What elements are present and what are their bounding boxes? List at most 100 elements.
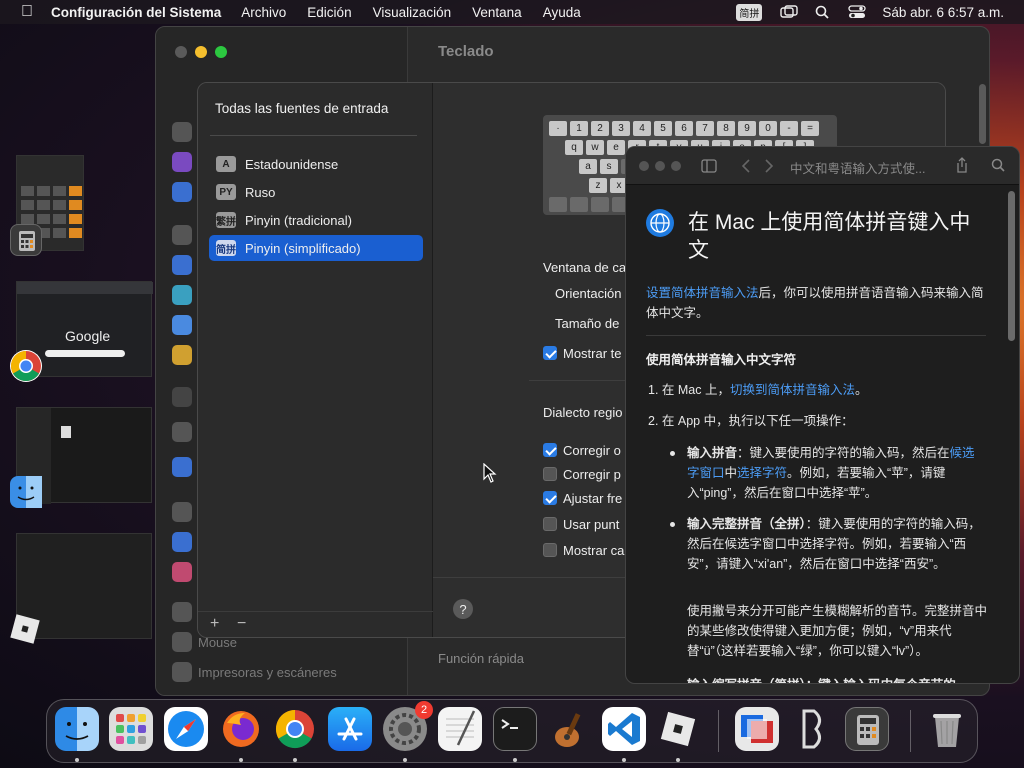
option-label-3: Ajustar fre — [563, 491, 623, 506]
dock: 2 — [46, 699, 978, 763]
dock-terminal-icon[interactable] — [493, 707, 537, 751]
sidebar-icon-5[interactable] — [172, 255, 192, 275]
chrome-app-icon[interactable] — [10, 350, 42, 382]
dock-system-settings-icon[interactable]: 2 — [383, 701, 433, 751]
menu-edicion[interactable]: Edición — [307, 5, 351, 20]
zoom-button[interactable] — [215, 46, 227, 58]
bullet-2: 输入完整拼音（全拼）：键入要使用的字符的输入码，然后在候选字窗口中选择字符。例如… — [687, 514, 983, 574]
article-intro: 设置简体拼音输入法后，你可以使用拼音语音输入码来输入简体中文字。 — [646, 283, 991, 323]
keyboard-key: 2 — [591, 121, 609, 136]
dock-launchpad-icon[interactable] — [109, 707, 153, 751]
option-checkbox-2[interactable] — [543, 467, 557, 481]
sidebar-icon-11[interactable] — [172, 457, 192, 477]
input-sources-list-panel: Todas las fuentes de entrada A Estadouni… — [198, 83, 433, 637]
keyboard-key: a — [579, 159, 597, 174]
option-checkbox-3[interactable] — [543, 491, 557, 505]
dock-finder-icon[interactable] — [55, 707, 99, 751]
dock-vscode-icon[interactable] — [602, 707, 646, 751]
setup-pinyin-link[interactable]: 设置简体拼音输入法 — [646, 286, 759, 300]
choose-character-link[interactable]: 选择字符 — [737, 466, 787, 480]
sidebar-icon-6[interactable] — [172, 285, 192, 305]
sidebar-icon-9[interactable] — [172, 387, 192, 407]
sidebar-icon-7[interactable] — [172, 315, 192, 335]
keyboard-key: 4 — [633, 121, 651, 136]
keyboard-key: 3 — [612, 121, 630, 136]
option-label-1: Corregir o — [563, 443, 621, 458]
running-indicator — [622, 758, 626, 762]
step-1: 1. 在 Mac 上，切换到简体拼音输入法。 — [648, 380, 988, 400]
sidebar-icon-15[interactable] — [172, 602, 192, 622]
zoom-button[interactable] — [671, 161, 681, 171]
dock-trash-icon[interactable] — [925, 707, 969, 751]
source-estadounidense[interactable]: A Estadounidense — [209, 151, 423, 177]
menu-visualizacion[interactable]: Visualización — [373, 5, 452, 20]
input-method-menu[interactable]: 简拼 — [736, 3, 763, 21]
menu-bar:  Configuración del Sistema Archivo Edic… — [0, 0, 1024, 24]
window-switcher-icon[interactable] — [780, 5, 799, 19]
minimize-button[interactable] — [655, 161, 665, 171]
dock-chrome-icon[interactable] — [273, 707, 317, 751]
roblox-app-icon[interactable] — [8, 612, 42, 646]
source-label: Estadounidense — [245, 156, 339, 172]
sidebar-item-printers[interactable]: Impresoras y escáneres — [198, 665, 337, 680]
dock-firefox-icon[interactable] — [219, 707, 263, 751]
sidebar-icon-2[interactable] — [172, 152, 192, 172]
option-checkbox-5[interactable] — [543, 543, 557, 557]
option-checkbox-1[interactable] — [543, 443, 557, 457]
help-button[interactable]: ? — [453, 599, 473, 619]
dock-calculator-icon[interactable] — [845, 707, 889, 751]
forward-arrow-icon[interactable] — [764, 159, 774, 173]
add-source-button[interactable]: + — [210, 615, 219, 633]
dock-recent-app-icon[interactable] — [735, 707, 779, 751]
running-indicator — [403, 758, 407, 762]
dock-app-store-icon[interactable] — [328, 707, 372, 751]
source-pinyin-tradicional[interactable]: 繁拼 Pinyin (tradicional) — [209, 207, 423, 233]
apple-menu-icon[interactable]:  — [17, 2, 37, 22]
keyboard-key: 0 — [759, 121, 777, 136]
show-text-checkbox[interactable] — [543, 346, 557, 360]
sidebar-icon-14[interactable] — [172, 562, 192, 582]
source-ruso[interactable]: PY Ruso — [209, 179, 423, 205]
menu-ventana[interactable]: Ventana — [472, 5, 522, 20]
search-icon[interactable] — [991, 158, 1005, 172]
source-pinyin-simplificado[interactable]: 简拼 Pinyin (simplificado) — [209, 235, 423, 261]
keyboard-key-blank — [591, 197, 609, 212]
dock-bbedit-icon[interactable] — [790, 707, 834, 751]
back-arrow-icon[interactable] — [741, 159, 751, 173]
sidebar-toggle-icon[interactable] — [701, 159, 717, 173]
step-2: 2. 在 App 中，执行以下任一项操作： — [648, 414, 854, 428]
minimize-button[interactable] — [195, 46, 207, 58]
finder-app-icon[interactable] — [10, 476, 42, 508]
menu-app-name[interactable]: Configuración del Sistema — [51, 5, 221, 20]
source-label: Pinyin (simplificado) — [245, 240, 361, 256]
settings-scrollbar[interactable] — [979, 84, 986, 144]
control-center-icon[interactable] — [848, 5, 867, 19]
share-icon[interactable] — [955, 157, 969, 173]
remove-source-button[interactable]: − — [237, 615, 246, 633]
dock-textedit-icon[interactable] — [438, 707, 482, 751]
sidebar-icon-12[interactable] — [172, 502, 192, 522]
bullet-1-text-a: ：键入要使用的字符的输入码，然后在 — [737, 446, 950, 460]
keyboard-key: = — [801, 121, 819, 136]
source-label: Pinyin (tradicional) — [245, 212, 352, 228]
dock-safari-icon[interactable] — [164, 707, 208, 751]
dock-garageband-icon[interactable] — [547, 707, 591, 751]
menu-ayuda[interactable]: Ayuda — [543, 5, 581, 20]
help-scrollbar[interactable] — [1008, 191, 1015, 341]
sidebar-icon-4[interactable] — [172, 225, 192, 245]
option-checkbox-4[interactable] — [543, 517, 557, 531]
close-button[interactable] — [175, 46, 187, 58]
switch-pinyin-link[interactable]: 切换到简体拼音输入法 — [730, 383, 855, 397]
section-heading: 使用简体拼音输入中文字符 — [646, 353, 797, 367]
dock-roblox-icon[interactable] — [656, 707, 700, 751]
menu-archivo[interactable]: Archivo — [241, 5, 286, 20]
sidebar-icon-1[interactable] — [172, 122, 192, 142]
sidebar-icon-10[interactable] — [172, 422, 192, 442]
calculator-app-icon[interactable] — [10, 224, 42, 256]
sidebar-icon-8[interactable] — [172, 345, 192, 365]
close-button[interactable] — [639, 161, 649, 171]
sidebar-icon-13[interactable] — [172, 532, 192, 552]
sidebar-icon-3[interactable] — [172, 182, 192, 202]
menubar-clock[interactable]: Sáb abr. 6 6:57 a.m. — [882, 5, 1004, 20]
spotlight-search-icon[interactable] — [814, 5, 832, 19]
